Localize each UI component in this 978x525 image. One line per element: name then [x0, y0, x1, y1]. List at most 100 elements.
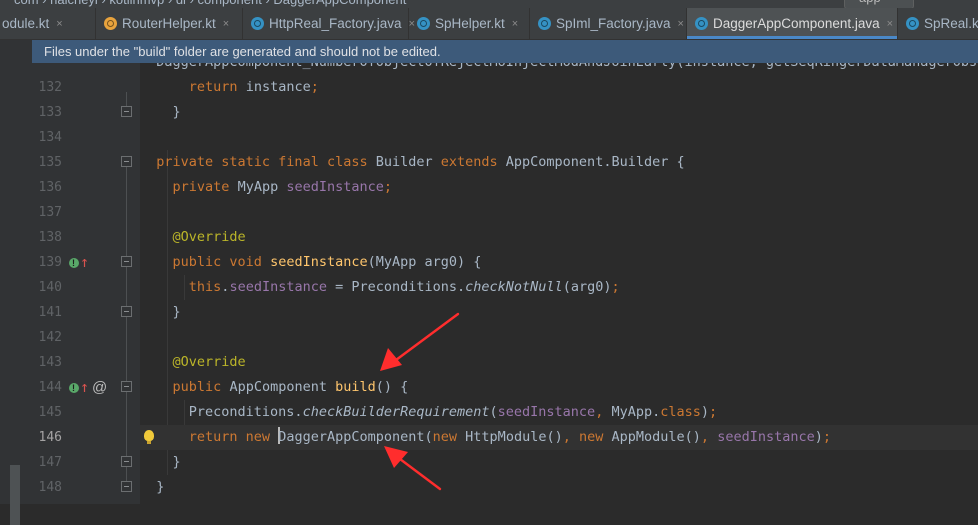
code-token: ; — [822, 429, 832, 445]
fold-toggle-icon[interactable] — [121, 256, 132, 267]
line-number: 143 — [38, 355, 62, 370]
close-tab-icon[interactable]: × — [512, 18, 518, 30]
tab-label: SpHelper.kt — [435, 16, 505, 31]
editor-gutter[interactable]: 132 133 134 135 136 137 138 139 ↑ 140 141 142 143 144… — [32, 63, 140, 504]
fold-toggle-icon[interactable] — [121, 381, 132, 392]
gutter-line[interactable]: 148 — [32, 475, 140, 500]
line-number: 132 — [38, 80, 62, 95]
editor-tab[interactable]: odule.kt × — [0, 8, 96, 39]
gutter-line[interactable]: 134 — [32, 125, 140, 150]
gutter-line[interactable]: 132 — [32, 75, 140, 100]
breadcrumb[interactable]: com › haicheyi › kotlinmvp › di › compon… — [14, 0, 406, 7]
code-token: } — [156, 479, 165, 495]
gutter-line[interactable]: 140 — [32, 275, 140, 300]
editor-tab[interactable]: SpReal.kt — [898, 8, 978, 39]
code-token: () { — [375, 379, 409, 395]
code-line[interactable]: } — [140, 450, 978, 475]
java-class-icon — [251, 17, 264, 30]
gutter-line[interactable]: 138 — [32, 225, 140, 250]
code-token: ; — [611, 279, 620, 295]
code-line[interactable]: @Override — [140, 225, 978, 250]
gutter-line[interactable]: 145 — [32, 400, 140, 425]
editor-tab[interactable]: HttpReal_Factory.java × — [243, 8, 415, 39]
kotlin-file-icon — [906, 17, 919, 30]
code-line[interactable]: } — [140, 100, 978, 125]
code-line[interactable] — [140, 200, 978, 225]
code-token: ) — [814, 429, 823, 445]
code-token: ; — [383, 179, 393, 195]
code-token: (MyApp arg0) { — [367, 254, 482, 270]
override-up-arrow-icon[interactable]: ↑ — [80, 375, 89, 400]
code-line[interactable]: return new DaggerAppComponent(new HttpMo… — [140, 425, 978, 450]
gutter-line[interactable]: 144 ↑@ — [32, 375, 140, 401]
code-line[interactable]: public void seedInstance(MyApp arg0) { — [140, 250, 978, 275]
close-tab-icon[interactable]: × — [223, 18, 229, 30]
gutter-line[interactable]: 139 ↑ — [32, 250, 140, 276]
code-line[interactable]: public AppComponent build() { — [140, 375, 978, 400]
close-tab-icon[interactable]: × — [678, 18, 684, 30]
gutter-line[interactable]: 147 — [32, 450, 140, 475]
code-editor[interactable]: DaggerAppComponent_NumberOfObjectOfRejec… — [140, 63, 978, 504]
code-token: seedInstance — [286, 179, 384, 195]
code-token: public void — [172, 254, 262, 270]
gutter-line[interactable]: 135 — [32, 150, 140, 175]
code-line[interactable]: @Override — [140, 350, 978, 375]
close-tab-icon[interactable]: × — [56, 18, 62, 30]
code-line[interactable]: } — [140, 475, 978, 500]
code-line[interactable]: private static final class Builder exten… — [140, 150, 978, 175]
fold-toggle-icon[interactable] — [121, 156, 132, 167]
line-number: 136 — [38, 180, 62, 195]
gutter-line[interactable]: 136 — [32, 175, 140, 200]
code-line[interactable]: Preconditions.checkBuilderRequirement(se… — [140, 400, 978, 425]
code-token: ; — [709, 404, 718, 420]
code-token: build — [335, 379, 376, 395]
fold-toggle-icon[interactable] — [121, 481, 132, 492]
tool-window-button[interactable] — [10, 465, 20, 525]
code-line[interactable] — [140, 125, 978, 150]
fold-toggle-icon[interactable] — [121, 106, 132, 117]
fold-toggle-icon[interactable] — [121, 456, 132, 467]
code-line[interactable]: return instance; — [140, 75, 978, 100]
code-token: seedInstance — [229, 279, 327, 295]
code-token: Preconditions. — [156, 404, 303, 420]
fold-toggle-icon[interactable] — [121, 306, 132, 317]
editor-tab[interactable]: DaggerAppComponent.java × — [687, 8, 898, 39]
editor-tab[interactable]: SpHelper.kt × — [409, 8, 530, 39]
editor-tab[interactable]: RouterHelper.kt × — [96, 8, 243, 39]
code-token: seedInstance — [270, 254, 368, 270]
code-token: ) — [700, 404, 710, 420]
code-token: @Override — [172, 229, 246, 245]
gutter-line[interactable]: 137 — [32, 200, 140, 225]
implements-method-icon[interactable] — [69, 376, 79, 401]
gutter-line[interactable]: 133 — [32, 100, 140, 125]
line-number: 139 — [38, 255, 62, 270]
implements-method-icon[interactable] — [69, 251, 79, 276]
code-token: seedInstance — [497, 404, 596, 420]
gutter-line[interactable]: 143 — [32, 350, 140, 375]
gutter-line[interactable]: 141 — [32, 300, 140, 325]
intention-lightbulb-icon[interactable] — [144, 430, 154, 444]
code-line[interactable]: this.seedInstance = Preconditions.checkN… — [140, 275, 978, 300]
provides-at-icon[interactable]: @ — [92, 375, 107, 400]
gutter-line[interactable]: 142 — [32, 325, 140, 350]
code-token: , — [562, 429, 579, 445]
gutter-line[interactable]: 146 — [32, 425, 140, 450]
code-line[interactable] — [140, 325, 978, 350]
run-configuration-selector[interactable]: app — [844, 0, 914, 8]
code-line[interactable]: private MyApp seedInstance; — [140, 175, 978, 200]
code-line[interactable]: } — [140, 300, 978, 325]
code-token: , — [595, 404, 612, 420]
editor-tab[interactable]: SpIml_Factory.java × — [530, 8, 687, 39]
code-token: seedInstance — [717, 429, 815, 445]
close-tab-icon[interactable]: × — [887, 18, 893, 30]
override-up-arrow-icon[interactable]: ↑ — [80, 250, 89, 275]
